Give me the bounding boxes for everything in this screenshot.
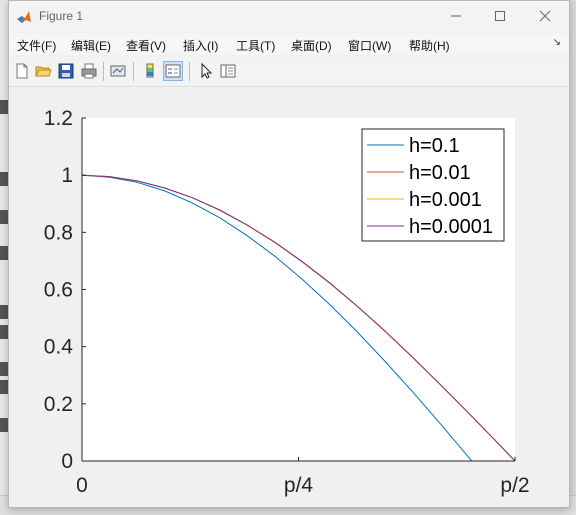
close-button[interactable] xyxy=(530,6,560,26)
figure-canvas: 0 0.2 0.4 0.6 0.8 1 1.2 0 p/4 p/2 h=0.1 h=0.01 h=0.0… xyxy=(9,87,569,507)
x-tick-label: 0 xyxy=(76,474,88,497)
background-chip xyxy=(0,305,8,319)
title-bar[interactable]: Figure 1 xyxy=(9,1,569,32)
new-figure-icon[interactable] xyxy=(13,62,31,80)
background-chip xyxy=(0,172,8,186)
menu-view[interactable]: 查看(V) xyxy=(126,37,166,54)
minimize-icon xyxy=(451,15,461,17)
y-tick-label: 0 xyxy=(61,450,73,473)
y-tick-label: 1 xyxy=(61,164,73,187)
y-tick-label: 0.8 xyxy=(44,221,73,244)
menu-insert[interactable]: 插入(I) xyxy=(183,37,218,54)
figure-window: Figure 1 文件(F) 编辑(E) 查看(V) 插入(I) 工具(T) 桌… xyxy=(8,0,570,508)
menu-desktop[interactable]: 桌面(D) xyxy=(291,37,332,54)
open-file-icon[interactable] xyxy=(34,62,52,80)
menu-overflow-icon[interactable]: ↘ xyxy=(553,37,561,48)
legend-icon[interactable] xyxy=(163,61,183,81)
menu-tools[interactable]: 工具(T) xyxy=(236,37,275,54)
menu-edit[interactable]: 编辑(E) xyxy=(71,37,111,54)
print-icon[interactable] xyxy=(80,62,98,80)
window-title: Figure 1 xyxy=(39,9,84,23)
y-tick-label: 1.2 xyxy=(44,107,73,130)
x-tick-label: p/4 xyxy=(284,474,314,497)
property-inspector-icon[interactable] xyxy=(219,62,237,80)
maximize-icon xyxy=(495,11,505,21)
toolbar-separator xyxy=(103,62,104,81)
background-chip xyxy=(0,210,8,224)
background-chip xyxy=(0,100,8,114)
x-tick-label: p/2 xyxy=(500,474,529,497)
menu-window[interactable]: 窗口(W) xyxy=(348,37,391,54)
menu-help[interactable]: 帮助(H) xyxy=(409,37,450,54)
link-plot-icon[interactable] xyxy=(109,62,127,80)
toolbar-separator xyxy=(189,62,190,81)
background-chip xyxy=(0,380,8,394)
background-chip xyxy=(0,362,8,376)
maximize-button[interactable] xyxy=(485,6,515,26)
matlab-logo-icon xyxy=(17,11,31,23)
menu-file[interactable]: 文件(F) xyxy=(17,37,56,54)
close-icon xyxy=(539,10,551,22)
colorbar-icon[interactable] xyxy=(141,62,159,80)
background-chip xyxy=(0,246,8,260)
minimize-button[interactable] xyxy=(441,6,471,26)
y-tick-label: 0.6 xyxy=(44,279,73,302)
menu-bar: 文件(F) 编辑(E) 查看(V) 插入(I) 工具(T) 桌面(D) 窗口(W… xyxy=(9,33,569,55)
legend-label-2: h=0.01 xyxy=(409,162,471,184)
y-tick-label: 0.4 xyxy=(44,336,74,359)
save-icon[interactable] xyxy=(57,62,75,80)
background-chip xyxy=(0,325,8,339)
legend-label-3: h=0.001 xyxy=(409,189,482,211)
background-chip xyxy=(0,418,8,432)
line-chart[interactable]: 0 0.2 0.4 0.6 0.8 1 1.2 0 p/4 p/2 h=0.1 h=0.01 h=0.0… xyxy=(9,87,569,507)
legend-label-1: h=0.1 xyxy=(409,135,460,157)
edit-plot-icon[interactable] xyxy=(197,62,215,80)
legend-label-4: h=0.0001 xyxy=(409,216,493,238)
y-tick-label: 0.2 xyxy=(44,393,73,416)
toolbar-separator xyxy=(133,62,134,81)
toolbar xyxy=(9,57,569,87)
